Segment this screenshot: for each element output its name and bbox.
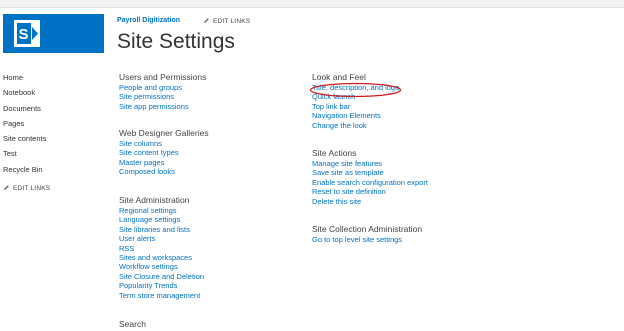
nav-item-test[interactable]: Test [3,146,83,161]
site-name-link[interactable]: Payroll Digitization [117,17,180,24]
link-workflow-settings[interactable]: Workflow settings [119,262,204,271]
annotation-circle [309,82,402,98]
link-site-closure-and-deletion[interactable]: Site Closure and Deletion [119,272,204,281]
link-user-alerts[interactable]: User alerts [119,234,204,243]
section-title: Site Actions [312,148,357,158]
sharepoint-logo-icon: S [14,20,40,47]
section-title: Look and Feel [312,72,366,82]
link-rss[interactable]: RSS [119,244,204,253]
edit-links-label: EDIT LINKS [13,185,51,192]
link-manage-site-features[interactable]: Manage site features [312,159,428,168]
link-popularity-trends[interactable]: Popularity Trends [119,281,204,290]
link-reset-to-site-definition[interactable]: Reset to site definition [312,187,428,196]
link-sites-and-workspaces[interactable]: Sites and workspaces [119,253,204,262]
pencil-icon [204,18,209,23]
edit-links-label: EDIT LINKS [213,18,251,25]
link-top-link-bar[interactable]: Top link bar [312,102,399,111]
nav-item-pages[interactable]: Pages [3,116,83,131]
link-navigation-elements[interactable]: Navigation Elements [312,111,399,120]
link-site-libraries-and-lists[interactable]: Site libraries and lists [119,225,204,234]
nav-item-recycle-bin[interactable]: Recycle Bin [3,162,83,177]
section-title: Search [119,319,146,329]
nav-item-home[interactable]: Home [3,70,83,85]
svg-text:S: S [19,26,29,43]
link-go-to-top-level-site-settings[interactable]: Go to top level site settings [312,235,422,244]
section-users-permissions: Users and Permissions People and groups … [119,72,206,111]
nav-item-site-contents[interactable]: Site contents [3,131,83,146]
edit-links-left[interactable]: EDIT LINKS [3,184,50,192]
link-site-content-types[interactable]: Site content types [119,148,209,157]
section-title: Web Designer Galleries [119,128,209,138]
section-search: Search [119,319,146,330]
link-regional-settings[interactable]: Regional settings [119,206,204,215]
link-change-the-look[interactable]: Change the look [312,121,399,130]
nav-item-notebook[interactable]: Notebook [3,85,83,100]
link-site-permissions[interactable]: Site permissions [119,92,206,101]
link-composed-looks[interactable]: Composed looks [119,167,209,176]
page-title: Site Settings [117,30,235,53]
section-title: Site Collection Administration [312,224,423,234]
section-web-designer-galleries: Web Designer Galleries Site columns Site… [119,128,209,177]
section-title: Users and Permissions [119,72,207,82]
section-site-actions: Site Actions Manage site features Save s… [312,148,428,206]
link-term-store-management[interactable]: Term store management [119,291,204,300]
pencil-icon [4,185,9,190]
section-title: Site Administration [119,195,190,205]
link-language-settings[interactable]: Language settings [119,215,204,224]
suite-bar [0,0,624,8]
link-site-app-permissions[interactable]: Site app permissions [119,102,206,111]
section-look-and-feel: Look and Feel Title, description, and lo… [312,72,399,130]
link-site-columns[interactable]: Site columns [119,139,209,148]
section-site-administration: Site Administration Regional settings La… [119,195,204,300]
link-people-and-groups[interactable]: People and groups [119,83,206,92]
link-save-site-as-template[interactable]: Save site as template [312,168,428,177]
site-logo[interactable]: S [3,14,104,53]
link-enable-search-config-export[interactable]: Enable search configuration export [312,178,428,187]
link-master-pages[interactable]: Master pages [119,158,209,167]
section-site-collection-administration: Site Collection Administration Go to top… [312,224,422,244]
quick-launch-nav: Home Notebook Documents Pages Site conte… [3,70,83,177]
nav-item-documents[interactable]: Documents [3,101,83,116]
edit-links-top[interactable]: EDIT LINKS [203,17,250,25]
link-delete-this-site[interactable]: Delete this site [312,197,428,206]
